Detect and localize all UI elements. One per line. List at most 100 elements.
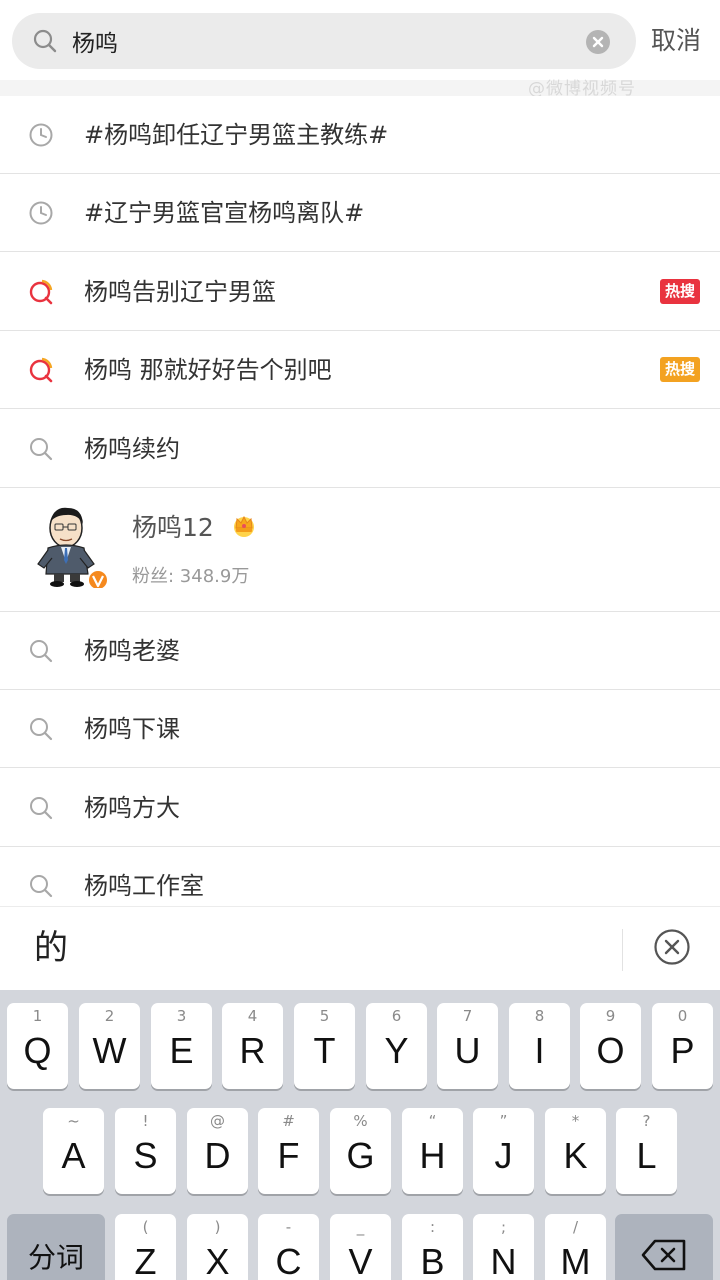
key-label: S: [133, 1135, 158, 1176]
suggestion-item[interactable]: 杨鸣续约: [0, 410, 720, 488]
suggestion-history-item[interactable]: #杨鸣卸任辽宁男篮主教练#: [0, 96, 720, 174]
suggestion-hot-item[interactable]: 杨鸣告别辽宁男篮 热搜: [0, 253, 720, 331]
crown-icon: [234, 515, 254, 537]
backspace-key[interactable]: [615, 1214, 713, 1280]
key-g[interactable]: % G: [330, 1108, 391, 1194]
suggestion-text: #辽宁男篮官宣杨鸣离队#: [84, 199, 365, 227]
key-hint: _: [356, 1218, 365, 1236]
suggestion-text: 杨鸣工作室: [84, 872, 204, 900]
key-y[interactable]: 6Y: [366, 1003, 427, 1089]
key-a[interactable]: ~ A: [43, 1108, 104, 1194]
key-t[interactable]: 5T: [294, 1003, 355, 1089]
search-input[interactable]: [72, 21, 572, 61]
suggestion-text: 杨鸣 那就好好告个别吧: [84, 356, 332, 384]
suggestion-text: 杨鸣老婆: [84, 637, 180, 665]
keyboard: 1Q 2W 3E 4R 5T 6Y 7U 8I 9O 0P ~ A ! S @ D #…: [0, 990, 720, 1280]
search-box[interactable]: [12, 13, 636, 69]
search-icon: [30, 438, 53, 461]
key-hint: 4: [247, 1007, 258, 1025]
key-hint: 9: [605, 1007, 616, 1025]
avatar: [37, 507, 109, 588]
suggestion-hot-item[interactable]: 杨鸣 那就好好告个别吧 热搜: [0, 331, 720, 409]
key-z[interactable]: (Z: [115, 1214, 176, 1280]
key-n[interactable]: ; N: [473, 1214, 534, 1280]
close-keyboard-icon[interactable]: [653, 928, 691, 966]
clear-input-button[interactable]: [586, 30, 610, 54]
user-result-card[interactable]: 杨鸣12 粉丝: 348.9万: [0, 488, 720, 612]
key-hint: /: [572, 1218, 579, 1236]
key-label: U: [454, 1030, 481, 1071]
suggestion-text: 杨鸣方大: [84, 794, 180, 822]
suggestion-text: 杨鸣下课: [84, 715, 180, 743]
key-hint: ?: [642, 1112, 651, 1130]
key-label: P: [670, 1030, 695, 1071]
key-v[interactable]: _ V: [330, 1214, 391, 1280]
suggestion-item[interactable]: 杨鸣方大: [0, 769, 720, 847]
suggestion-text: 杨鸣告别辽宁男篮: [84, 278, 276, 306]
key-label: N: [490, 1241, 517, 1280]
hot-search-icon: [29, 357, 53, 383]
key-u[interactable]: 7U: [437, 1003, 498, 1089]
segment-key[interactable]: 分词: [7, 1214, 105, 1280]
key-label: O: [596, 1030, 625, 1071]
key-label: G: [346, 1135, 375, 1176]
key-label: Z: [134, 1241, 157, 1280]
key-r[interactable]: 4R: [222, 1003, 283, 1089]
key-label: Q: [23, 1030, 52, 1071]
key-x[interactable]: ) X: [187, 1214, 248, 1280]
key-p[interactable]: 0P: [652, 1003, 713, 1089]
key-hint: %: [353, 1112, 368, 1130]
key-label: V: [348, 1241, 373, 1280]
cancel-button[interactable]: 取消: [651, 24, 701, 58]
search-icon: [30, 718, 53, 741]
clear-icon: [592, 36, 604, 48]
key-hint: (: [142, 1218, 149, 1236]
hot-search-icon: [29, 279, 53, 305]
key-label: T: [313, 1030, 336, 1071]
key-label: R: [239, 1030, 266, 1071]
key-label: K: [563, 1135, 588, 1176]
key-label: 分词: [27, 1241, 84, 1274]
key-e[interactable]: 3E: [151, 1003, 212, 1089]
suggestion-text: 杨鸣续约: [84, 435, 180, 463]
key-m[interactable]: / M: [545, 1214, 606, 1280]
candidate-divider: [622, 929, 623, 971]
key-f[interactable]: # F: [258, 1108, 319, 1194]
key-i[interactable]: 8I: [509, 1003, 570, 1089]
key-hint: 7: [462, 1007, 473, 1025]
key-hint: @: [210, 1112, 225, 1130]
ime-candidate[interactable]: 的: [34, 925, 68, 971]
key-hint: -: [285, 1218, 292, 1236]
search-header: 取消: [0, 0, 720, 80]
key-hint: *: [571, 1112, 580, 1130]
key-label: X: [205, 1241, 230, 1280]
key-hint: 5: [319, 1007, 330, 1025]
key-w[interactable]: 2W: [79, 1003, 140, 1089]
key-label: I: [534, 1030, 545, 1071]
key-j[interactable]: ” J: [473, 1108, 534, 1194]
key-hint: #: [282, 1112, 295, 1130]
key-b[interactable]: :B: [402, 1214, 463, 1280]
suggestion-item[interactable]: 杨鸣老婆: [0, 612, 720, 690]
key-hint: ”: [499, 1112, 508, 1130]
key-c[interactable]: -C: [258, 1214, 319, 1280]
key-hint: ;: [500, 1218, 507, 1236]
key-hint: 2: [104, 1007, 115, 1025]
key-s[interactable]: ! S: [115, 1108, 176, 1194]
key-q[interactable]: 1Q: [7, 1003, 68, 1089]
key-l[interactable]: ? L: [616, 1108, 677, 1194]
clock-icon: [29, 201, 53, 225]
key-d[interactable]: @ D: [187, 1108, 248, 1194]
key-hint: 0: [677, 1007, 688, 1025]
key-label: C: [275, 1241, 302, 1280]
key-hint: !: [142, 1112, 149, 1130]
key-o[interactable]: 9O: [580, 1003, 641, 1089]
suggestion-item[interactable]: 杨鸣下课: [0, 690, 720, 768]
user-name: 杨鸣12: [132, 513, 214, 542]
suggestion-text: #杨鸣卸任辽宁男篮主教练#: [84, 121, 389, 149]
key-hint: 6: [391, 1007, 402, 1025]
key-label: J: [494, 1135, 513, 1176]
suggestion-history-item[interactable]: #辽宁男篮官宣杨鸣离队#: [0, 174, 720, 252]
key-h[interactable]: “H: [402, 1108, 463, 1194]
key-k[interactable]: * K: [545, 1108, 606, 1194]
